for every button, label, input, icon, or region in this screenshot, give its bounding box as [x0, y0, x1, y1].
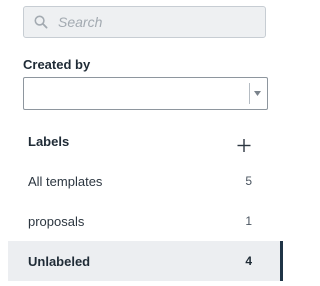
label-item-count: 1 [245, 214, 252, 228]
label-item-name: proposals [28, 214, 85, 229]
label-item-name: All templates [28, 174, 103, 189]
search-icon [34, 15, 48, 29]
filter-panel: Created by Labels All templates 5 propos… [0, 0, 297, 286]
label-item-proposals[interactable]: proposals 1 [8, 201, 283, 241]
label-item-count: 4 [245, 254, 252, 268]
label-item-unlabeled[interactable]: Unlabeled 4 [8, 241, 283, 281]
label-item-all-templates[interactable]: All templates 5 [8, 161, 283, 201]
add-label-icon[interactable] [235, 136, 253, 154]
selected-indicator [280, 241, 283, 281]
labels-heading: Labels [28, 134, 70, 149]
created-by-select[interactable] [23, 77, 268, 110]
chevron-down-icon [254, 91, 261, 96]
search-input[interactable] [58, 7, 258, 37]
label-item-name: Unlabeled [28, 254, 91, 269]
created-by-label: Created by [23, 57, 91, 72]
label-item-count: 5 [245, 174, 252, 188]
search-box[interactable] [23, 6, 266, 38]
select-divider [249, 83, 250, 104]
